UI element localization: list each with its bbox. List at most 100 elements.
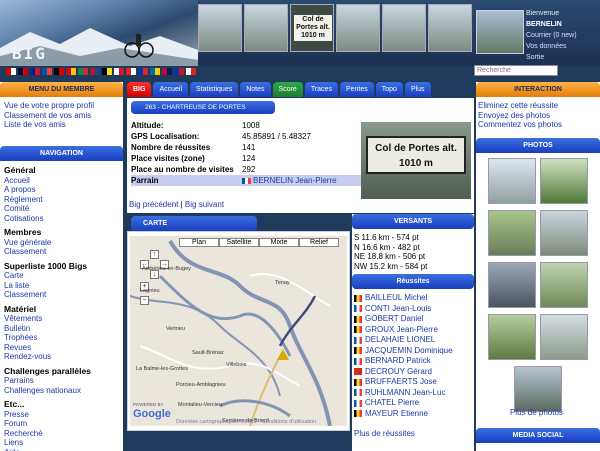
language-flag-icon[interactable] <box>78 68 88 75</box>
nav-link[interactable]: Règlement <box>4 195 119 205</box>
member-menu-link[interactable]: Classement de vos amis <box>4 111 119 121</box>
more-successes-link[interactable]: Plus de réussites <box>352 429 474 438</box>
nav-link[interactable]: Bulletin <box>4 324 119 334</box>
nav-link[interactable]: Recherché <box>4 429 119 439</box>
language-flag-icon[interactable] <box>90 68 100 75</box>
nav-link[interactable]: Comité <box>4 204 119 214</box>
header-photo-sign: Col de Portes alt. 1010 m <box>294 15 332 41</box>
logout-link[interactable]: Sortie <box>526 52 577 63</box>
language-flag-icon[interactable] <box>126 68 136 75</box>
zoom-out-icon[interactable]: − <box>140 296 149 305</box>
reussite-member-link[interactable]: CONTI Jean-Louis <box>365 304 431 315</box>
gallery-photo[interactable] <box>540 158 588 204</box>
gallery-photo[interactable] <box>488 314 536 360</box>
nav-link[interactable]: La liste <box>4 281 119 291</box>
user-avatar[interactable] <box>476 10 524 54</box>
reussite-member-link[interactable]: JACQUEMIN Dominique <box>365 346 453 357</box>
language-flag-icon[interactable] <box>18 68 28 75</box>
language-flag-icon[interactable] <box>150 68 160 75</box>
nav-link[interactable]: Classement <box>4 247 119 257</box>
language-flag-icon[interactable] <box>30 68 40 75</box>
reussite-member-link[interactable]: CHATEL Pierre <box>365 398 419 409</box>
reussite-member-link[interactable]: GROUX Jean-Pierre <box>365 325 438 336</box>
nav-link[interactable]: A propos <box>4 185 119 195</box>
gallery-photo[interactable] <box>540 314 588 360</box>
language-flag-icon[interactable] <box>138 68 148 75</box>
nav-link[interactable]: Trophées <box>4 333 119 343</box>
user-data-link[interactable]: Vos données <box>526 41 577 52</box>
next-big-link[interactable]: Big suivant <box>185 200 224 209</box>
tab-topo[interactable]: Topo <box>375 82 403 97</box>
reussite-member-link[interactable]: BRUFFAERTS Jose <box>365 377 437 388</box>
tab-plus[interactable]: Plus <box>404 82 431 97</box>
gallery-photo[interactable] <box>540 210 588 256</box>
language-flag-icon[interactable] <box>102 68 112 75</box>
nav-link[interactable]: Accueil <box>4 176 119 186</box>
map-type-mixte-button[interactable]: Mixte <box>259 238 299 247</box>
reussite-member-link[interactable]: DECROUY Gérard <box>365 367 432 378</box>
language-flag-icon[interactable] <box>66 68 76 75</box>
interaction-link[interactable]: Envoyez des photos <box>478 111 598 121</box>
route-map[interactable]: Plan Satellite Mixte Relief ↑ ← → ↓ + − Ten… <box>130 236 347 426</box>
previous-big-link[interactable]: Big précédent <box>129 200 178 209</box>
gallery-photo[interactable] <box>488 262 536 308</box>
nav-link[interactable]: Revues <box>4 343 119 353</box>
map-type-satellite-button[interactable]: Satellite <box>219 238 259 247</box>
nav-link[interactable]: Cotisations <box>4 214 119 224</box>
tab-accueil[interactable]: Accueil <box>153 82 189 97</box>
language-flag-icon[interactable] <box>54 68 64 75</box>
nav-link[interactable]: Liens <box>4 438 119 448</box>
member-menu-link[interactable]: Vue de votre propre profil <box>4 101 119 111</box>
language-flag-icon[interactable] <box>162 68 172 75</box>
language-flag-icon[interactable] <box>186 68 196 75</box>
language-flag-icon[interactable] <box>114 68 124 75</box>
map-type-plan-button[interactable]: Plan <box>179 238 219 247</box>
tab-notes[interactable]: Notes <box>240 82 271 97</box>
reussite-member-link[interactable]: MAYEUR Etienne <box>365 409 428 420</box>
language-flag-icon[interactable] <box>174 68 184 75</box>
interaction-link[interactable]: Commentez vos photos <box>478 120 598 130</box>
reussite-member-link[interactable]: RUHLMANN Jean-Luc <box>365 388 445 399</box>
mail-link[interactable]: Courrier (0 new) <box>526 30 577 41</box>
tab-statistiques[interactable]: Statistiques <box>190 82 239 97</box>
language-flag-icon[interactable] <box>42 68 52 75</box>
member-menu-link[interactable]: Liste de vos amis <box>4 120 119 130</box>
map-town-label: Lagnieu <box>140 288 160 294</box>
pan-up-icon[interactable]: ↑ <box>150 250 159 259</box>
reussite-member-link[interactable]: BAILLEUL Michel <box>365 293 427 304</box>
gallery-photo[interactable] <box>488 210 536 256</box>
col-marker-icon[interactable] <box>277 349 289 360</box>
col-photo[interactable]: Col de Portes alt. 1010 m <box>361 122 471 199</box>
interaction-link[interactable]: Eliminez cette réussite <box>478 101 598 111</box>
logo-text: BIG <box>12 44 47 63</box>
nav-link[interactable]: Carte <box>4 271 119 281</box>
site-logo[interactable]: BIG <box>0 0 198 66</box>
more-photos-link[interactable]: Plus de photos <box>510 408 563 417</box>
nav-link[interactable]: Vêtements <box>4 314 119 324</box>
gallery-photo[interactable] <box>540 262 588 308</box>
reussite-member-link[interactable]: GOBERT Daniel <box>365 314 423 325</box>
gallery-photo[interactable] <box>488 158 536 204</box>
tab-score[interactable]: Score <box>272 82 303 97</box>
nav-link[interactable]: Rendez-vous <box>4 352 119 362</box>
nav-link[interactable]: Challenges nationaux <box>4 386 119 396</box>
language-flag-icon[interactable] <box>6 68 16 75</box>
reussite-member-link[interactable]: DELAHAIE LIONEL <box>365 335 435 346</box>
nav-link[interactable]: Aide <box>4 448 119 451</box>
reussite-member-link[interactable]: BERNARD Patrick <box>365 356 431 367</box>
nav-link[interactable]: Classement <box>4 290 119 300</box>
nav-link[interactable]: Parrains <box>4 376 119 386</box>
nav-link[interactable]: Vue générale <box>4 238 119 248</box>
map-type-relief-button[interactable]: Relief <box>299 238 339 247</box>
tab-traces[interactable]: Traces <box>304 82 338 97</box>
gallery-photo[interactable] <box>514 366 562 412</box>
search-input[interactable] <box>474 65 558 76</box>
left-sidebar: MENU DU MEMBRE Vue de votre propre profi… <box>0 82 123 451</box>
tab-big[interactable]: BIG <box>127 82 152 97</box>
nav-link[interactable]: Presse <box>4 410 119 420</box>
map-copyright[interactable]: Données cartographiques ©2012 - Conditio… <box>176 419 316 425</box>
parrain-link[interactable]: BERNELIN Jean-Pierre <box>253 176 337 185</box>
nav-link[interactable]: Forum <box>4 419 119 429</box>
tab-pentes[interactable]: Pentes <box>339 82 374 97</box>
versant-item: S 11.6 km - 574 pt <box>354 233 419 242</box>
